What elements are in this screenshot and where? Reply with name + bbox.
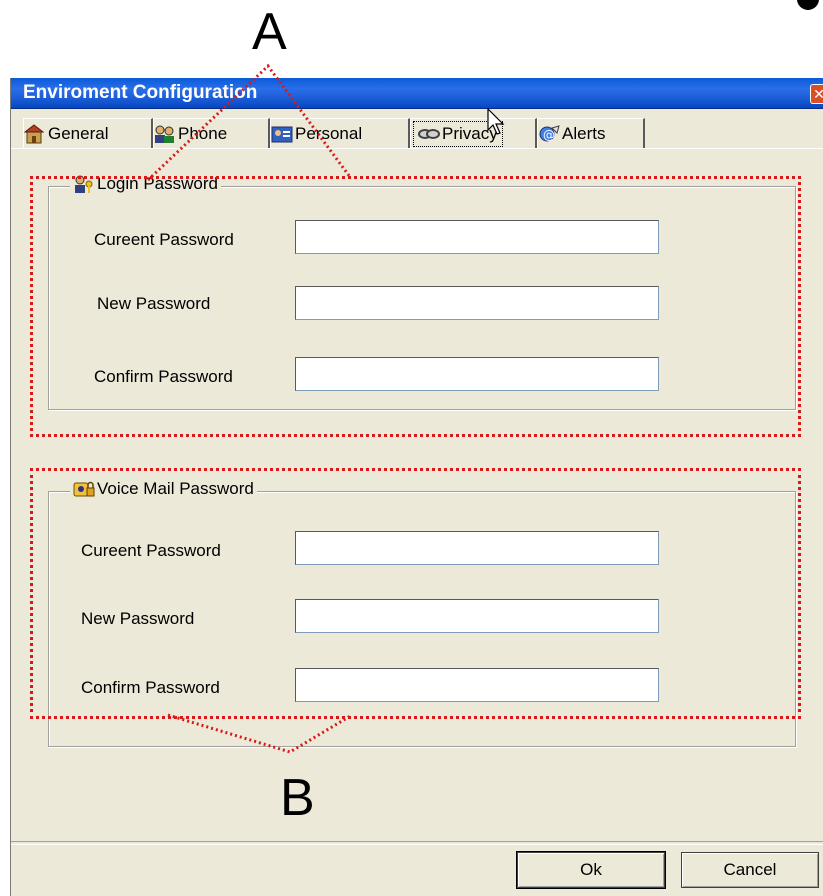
login-new-password-label: New Password [97,294,211,313]
voicemail-new-password-input[interactable] [295,599,659,633]
alert-icon: @ [538,124,560,144]
login-password-title: Login Password [97,174,218,193]
mouse-cursor-icon [487,108,505,135]
callout-letter-b: B [280,769,315,827]
tab-personal[interactable]: Personal [270,118,410,148]
login-confirm-password-label: Confirm Password [94,367,233,386]
close-button[interactable]: ✕ [810,84,823,104]
voicemail-password-legend: Voice Mail Password [70,479,257,499]
footer-divider [11,841,823,845]
config-window: Enviroment Configuration ✕ General Phone [10,78,823,896]
voicemail-current-password-label: Cureent Password [81,541,221,560]
voicemail-lock-icon [73,479,95,499]
title-bar[interactable]: Enviroment Configuration ✕ [11,78,823,109]
tab-phone-label: Phone [178,123,228,143]
cancel-button[interactable]: Cancel [681,852,819,888]
tab-alerts[interactable]: @ Alerts [537,118,645,148]
id-card-icon [271,124,293,144]
svg-text:@: @ [543,128,555,142]
voicemail-current-password-input[interactable] [295,531,659,565]
tab-phone[interactable]: Phone [153,118,270,148]
voicemail-confirm-password-label: Confirm Password [81,678,220,697]
tab-strip-divider [11,148,823,149]
voicemail-new-password-label: New Password [81,609,195,628]
tab-personal-label: Personal [295,123,363,143]
user-key-icon [73,174,95,194]
login-new-password-input[interactable] [295,286,659,320]
login-confirm-password-input[interactable] [295,357,659,391]
tab-privacy[interactable]: Privacy [410,118,537,148]
tab-general[interactable]: General [23,118,153,148]
voicemail-password-title: Voice Mail Password [97,479,254,498]
house-icon [23,123,45,144]
ok-button[interactable]: Ok [516,851,666,889]
tab-alerts-label: Alerts [562,123,606,143]
privacy-icon [418,124,440,144]
tab-general-label: General [48,123,109,143]
login-current-password-label: Cureent Password [94,230,234,249]
corner-dot [797,0,819,10]
voicemail-confirm-password-input[interactable] [295,668,659,702]
window-title: Enviroment Configuration [23,82,258,103]
callout-letter-a: A [252,3,287,61]
users-icon [154,124,174,144]
login-password-legend: Login Password [70,174,221,194]
login-current-password-input[interactable] [295,220,659,254]
